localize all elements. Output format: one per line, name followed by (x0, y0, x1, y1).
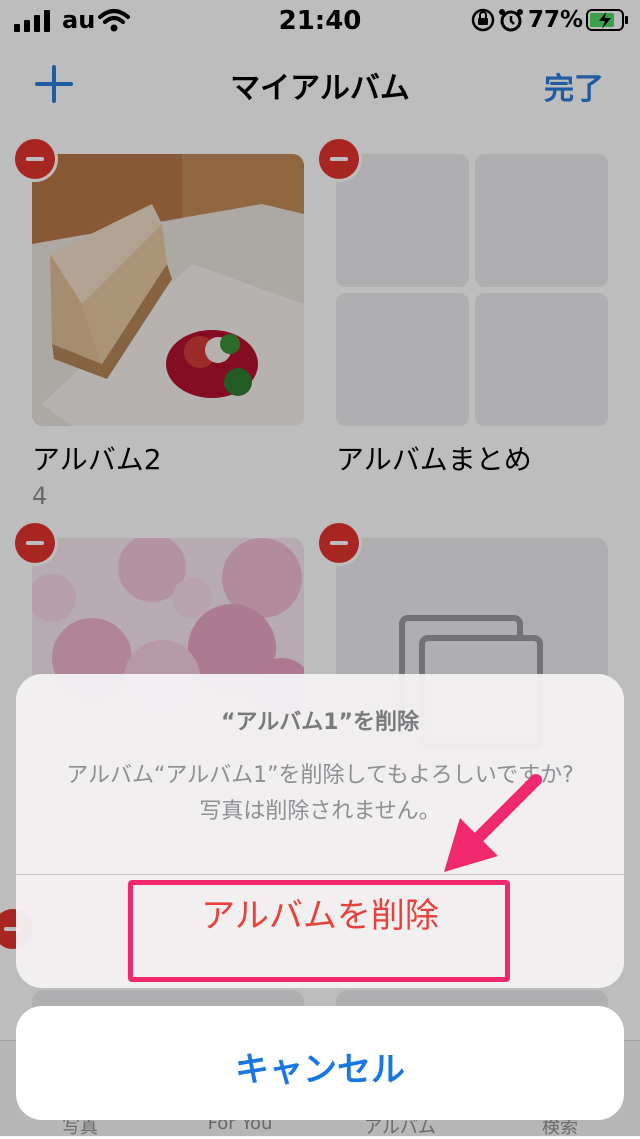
cancel-label: キャンセル (235, 1050, 405, 1090)
action-sheet-title: “アルバム1”を削除 (220, 710, 419, 735)
pointer-arrow-icon (444, 774, 542, 872)
cancel-button[interactable]: キャンセル (16, 1006, 624, 1120)
highlight-box (128, 880, 510, 982)
